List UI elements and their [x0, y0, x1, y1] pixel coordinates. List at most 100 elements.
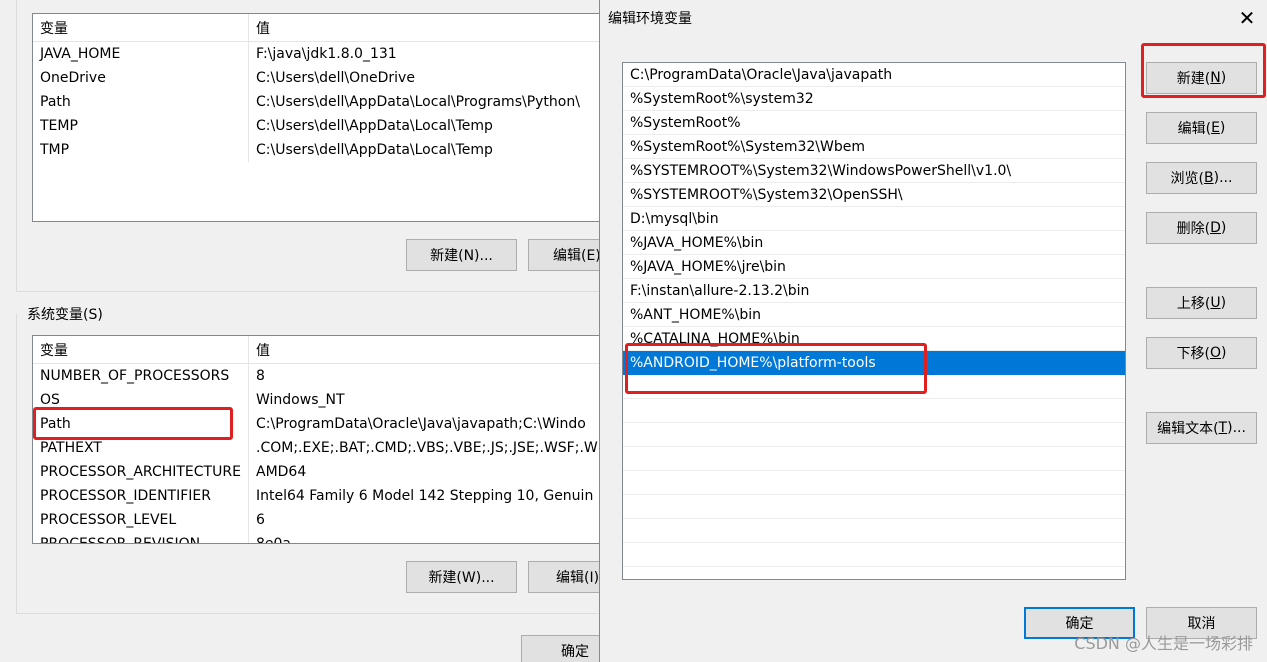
path-entry[interactable]: %SystemRoot%	[623, 111, 1125, 135]
table-row[interactable]: Path C:\Users\dell\AppData\Local\Programs…	[33, 90, 600, 114]
path-entry-empty[interactable]	[623, 471, 1125, 495]
column-header-name[interactable]: 变量	[33, 336, 249, 363]
var-name: TEMP	[33, 114, 249, 138]
table-row[interactable]: TEMP C:\Users\dell\AppData\Local\Temp	[33, 114, 600, 138]
move-up-button-key: U	[1210, 295, 1221, 311]
column-header-name[interactable]: 变量	[33, 14, 249, 41]
var-value: C:\Users\dell\AppData\Local\Temp	[256, 118, 493, 134]
var-name: JAVA_HOME	[33, 42, 249, 66]
table-row-path[interactable]: Path C:\ProgramData\Oracle\Java\javapath;…	[33, 412, 600, 436]
move-up-button-end: )	[1220, 295, 1227, 311]
var-name: TMP	[33, 138, 249, 162]
table-row[interactable]: PROCESSOR_IDENTIFIER Intel64 Family 6 Mod…	[33, 484, 600, 508]
path-entry[interactable]: F:\instan\allure-2.13.2\bin	[623, 279, 1125, 303]
new-button-end: )	[1220, 70, 1227, 86]
edit-text-button[interactable]: 编辑文本(T)...	[1146, 412, 1257, 444]
move-up-button[interactable]: 上移(U)	[1146, 287, 1257, 319]
var-value: 6	[256, 512, 265, 528]
path-entry-empty[interactable]	[623, 447, 1125, 471]
system-vars-list[interactable]: 变量 值 NUMBER_OF_PROCESSORS 8 OS Windows_NT …	[32, 335, 600, 544]
path-entry[interactable]: C:\ProgramData\Oracle\Java\javapath	[623, 63, 1125, 87]
table-row[interactable]: PROCESSOR_LEVEL 6	[33, 508, 600, 532]
path-entry[interactable]: %SYSTEMROOT%\System32\OpenSSH\	[623, 183, 1125, 207]
edit-button-end: )	[1219, 120, 1226, 136]
var-value: AMD64	[256, 464, 307, 480]
var-value: C:\Users\dell\AppData\Local\Temp	[256, 142, 493, 158]
table-row[interactable]: PROCESSOR_REVISION 8e0a	[33, 532, 600, 544]
table-row[interactable]: JAVA_HOME F:\java\jdk1.8.0_131	[33, 42, 600, 66]
path-entry[interactable]: %ANDROID_HOME%\platform-tools	[623, 351, 1125, 375]
var-value: 8e0a	[256, 536, 292, 544]
move-down-button[interactable]: 下移(O)	[1146, 337, 1257, 369]
var-value: C:\Users\dell\OneDrive	[256, 70, 415, 86]
path-entry-empty[interactable]	[623, 519, 1125, 543]
new-button-key: N	[1210, 70, 1221, 86]
delete-button[interactable]: 删除(D)	[1146, 212, 1257, 244]
path-entry-empty[interactable]	[623, 399, 1125, 423]
path-entry-empty[interactable]	[623, 375, 1125, 399]
user-edit-button[interactable]: 编辑(E)	[528, 239, 600, 271]
system-vars-group-label: 系统变量(S)	[25, 304, 105, 324]
table-row[interactable]: OS Windows_NT	[33, 388, 600, 412]
var-value: 8	[256, 368, 265, 384]
path-entry[interactable]: D:\mysql\bin	[623, 207, 1125, 231]
browse-button-end: )...	[1213, 170, 1233, 186]
path-entry[interactable]: %SYSTEMROOT%\System32\WindowsPowerShell\…	[623, 159, 1125, 183]
path-entry[interactable]: %ANT_HOME%\bin	[623, 303, 1125, 327]
var-value: C:\Users\dell\AppData\Local\Programs\Pyt…	[256, 94, 580, 110]
path-entry-empty[interactable]	[623, 543, 1125, 567]
edit-button-key: E	[1211, 120, 1220, 136]
var-name: PROCESSOR_IDENTIFIER	[33, 484, 249, 508]
env-ok-button[interactable]: 确定	[521, 635, 600, 662]
table-row[interactable]: TMP C:\Users\dell\AppData\Local\Temp	[33, 138, 600, 162]
var-name: Path	[33, 90, 249, 114]
table-row[interactable]: OneDrive C:\Users\dell\OneDrive	[33, 66, 600, 90]
table-row[interactable]: PROCESSOR_ARCHITECTURE AMD64	[33, 460, 600, 484]
var-name: PROCESSOR_LEVEL	[33, 508, 249, 532]
move-down-button-end: )	[1221, 345, 1227, 361]
move-down-button-label: 下移(	[1176, 346, 1210, 362]
user-vars-list[interactable]: 变量 值 JAVA_HOME F:\java\jdk1.8.0_131 OneDr…	[32, 13, 600, 222]
browse-button[interactable]: 浏览(B)...	[1146, 162, 1257, 194]
system-new-button[interactable]: 新建(W)...	[406, 561, 517, 593]
browse-button-label: 浏览(	[1170, 171, 1205, 187]
path-entry[interactable]: %JAVA_HOME%\bin	[623, 231, 1125, 255]
table-row[interactable]: NUMBER_OF_PROCESSORS 8	[33, 364, 600, 388]
move-up-button-label: 上移(	[1176, 296, 1211, 312]
var-value: Windows_NT	[256, 392, 345, 408]
path-entry[interactable]: %JAVA_HOME%\jre\bin	[623, 255, 1125, 279]
column-header-value[interactable]: 值	[249, 14, 270, 41]
delete-button-label: 删除(	[1176, 221, 1211, 237]
edit-button-label: 编辑(	[1177, 121, 1212, 137]
system-vars-header: 变量 值	[33, 336, 600, 364]
path-entry[interactable]: %SystemRoot%\system32	[623, 87, 1125, 111]
var-value: F:\java\jdk1.8.0_131	[256, 46, 397, 62]
var-value: Intel64 Family 6 Model 142 Stepping 10, …	[256, 488, 594, 504]
group-divider	[16, 291, 600, 292]
path-entry-empty[interactable]	[623, 495, 1125, 519]
edit-text-button-label: 编辑文本(	[1157, 421, 1219, 437]
var-name: PROCESSOR_REVISION	[33, 532, 249, 543]
edit-text-button-end: )...	[1227, 420, 1246, 436]
user-new-button[interactable]: 新建(N)...	[406, 239, 517, 271]
column-header-value[interactable]: 值	[249, 336, 270, 363]
var-name: OneDrive	[33, 66, 249, 90]
var-value: C:\ProgramData\Oracle\Java\javapath;C:\W…	[256, 416, 586, 432]
var-name: PATHEXT	[33, 436, 249, 460]
delete-button-key: D	[1210, 220, 1221, 236]
user-vars-header: 变量 值	[33, 14, 600, 42]
path-entry[interactable]: %CATALINA_HOME%\bin	[623, 327, 1125, 351]
table-row[interactable]: PATHEXT .COM;.EXE;.BAT;.CMD;.VBS;.VBE;.JS…	[33, 436, 600, 460]
path-list[interactable]: C:\ProgramData\Oracle\Java\javapath %Syst…	[622, 62, 1126, 580]
path-entry[interactable]: %SystemRoot%\System32\Wbem	[623, 135, 1125, 159]
close-icon[interactable]: ✕	[1233, 4, 1261, 32]
var-value: .COM;.EXE;.BAT;.CMD;.VBS;.VBE;.JS;.JSE;.…	[256, 440, 598, 456]
edit-button[interactable]: 编辑(E)	[1146, 112, 1257, 144]
move-down-button-key: O	[1209, 345, 1222, 361]
new-button[interactable]: 新建(N)	[1146, 62, 1257, 94]
system-edit-button[interactable]: 编辑(I)	[528, 561, 600, 593]
new-button-label: 新建(	[1176, 71, 1211, 87]
var-name: NUMBER_OF_PROCESSORS	[33, 364, 249, 388]
path-entry-empty[interactable]	[623, 423, 1125, 447]
var-name: PROCESSOR_ARCHITECTURE	[33, 460, 249, 484]
